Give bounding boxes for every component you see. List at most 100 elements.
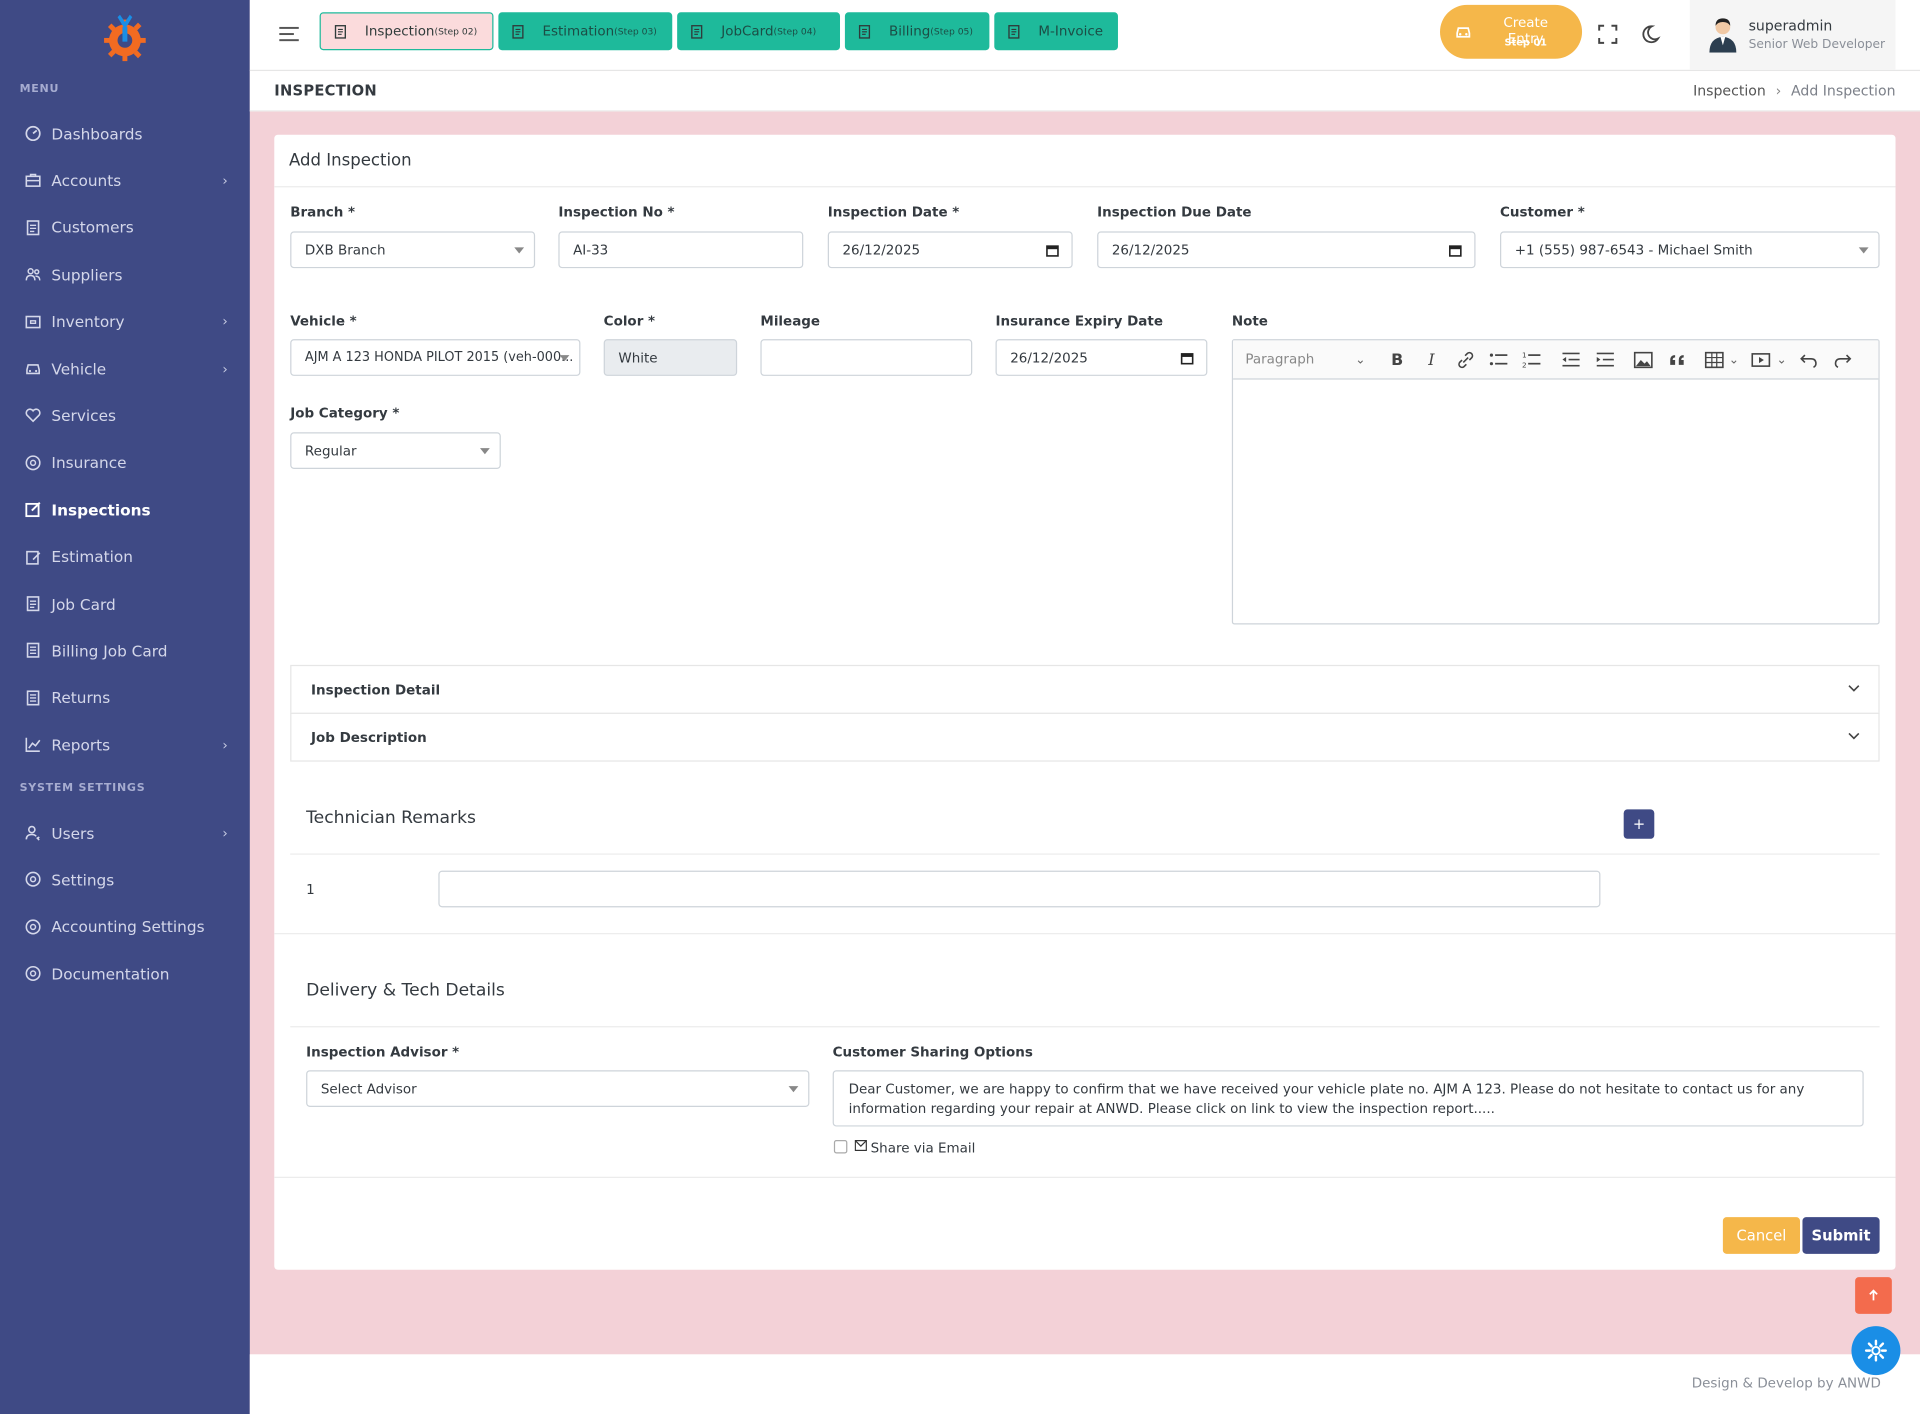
pencil-icon [24, 548, 41, 565]
sidebar-item-job-card[interactable]: Job Card [0, 585, 250, 622]
sidebar-item-vehicle[interactable]: Vehicle › [0, 350, 250, 387]
color-input[interactable]: White [603, 339, 738, 376]
job-category-select[interactable]: Regular [290, 432, 501, 469]
sidebar-item-returns[interactable]: Returns [0, 679, 250, 716]
step-button-jobcard[interactable]: JobCard (Step 04) [677, 12, 841, 51]
step-button-inspection[interactable]: Inspection (Step 02) [319, 12, 494, 51]
list-icon [24, 642, 41, 659]
fullscreen-icon[interactable] [1597, 23, 1619, 45]
sidebar-item-label: Users [51, 823, 95, 842]
inspection-detail-accordion[interactable]: Inspection Detail [290, 664, 1880, 714]
step-button-m-invoice[interactable]: M-Invoice [994, 12, 1118, 51]
sidebar-item-dashboards[interactable]: Dashboards [0, 115, 250, 152]
media-embed-icon[interactable] [1750, 349, 1772, 371]
calendar-icon[interactable] [1180, 351, 1194, 365]
sidebar-item-accounts[interactable]: Accounts › [0, 162, 250, 199]
sidebar-item-inventory[interactable]: Inventory › [0, 303, 250, 340]
add-remark-button[interactable]: + [1623, 809, 1655, 839]
calendar-icon[interactable] [1046, 244, 1059, 257]
quote-icon[interactable] [1667, 349, 1689, 371]
step-label: Estimation [542, 23, 615, 40]
document-icon [858, 24, 871, 39]
sidebar-item-customers[interactable]: Customers [0, 209, 250, 246]
sidebar-item-label: Estimation [51, 547, 133, 566]
step-button-billing[interactable]: Billing (Step 05) [844, 12, 990, 51]
breadcrumb-inspection[interactable]: Inspection [1693, 82, 1766, 99]
sharing-message-textarea[interactable]: Dear Customer, we are happy to confirm t… [832, 1070, 1864, 1127]
share-email-checkbox[interactable] [833, 1140, 848, 1154]
logo-icon [104, 14, 146, 62]
numbered-list-icon[interactable]: 12 [1521, 349, 1543, 371]
customer-select[interactable]: +1 (555) 987-6543 - Michael Smith [1500, 231, 1880, 269]
cancel-button[interactable]: Cancel [1722, 1217, 1801, 1254]
paragraph-format-select[interactable]: Paragraph [1245, 351, 1314, 367]
bulleted-list-icon[interactable] [1488, 349, 1510, 371]
italic-icon[interactable]: I [1420, 349, 1442, 371]
mileage-input[interactable] [760, 339, 973, 376]
insurance-expiry-input[interactable]: 26/12/2025 [995, 339, 1208, 376]
gear-icon [24, 918, 41, 935]
document-icon [512, 24, 524, 39]
chevron-right-icon: › [222, 360, 228, 377]
settings-fab-button[interactable] [1851, 1326, 1901, 1376]
sidebar-item-label: Dashboards [51, 124, 143, 143]
chevron-down-icon[interactable]: ⌄ [1723, 349, 1745, 371]
sidebar-item-services[interactable]: Services [0, 397, 250, 434]
inspection-advisor-select[interactable]: Select Advisor [306, 1070, 810, 1107]
undo-icon[interactable] [1798, 349, 1820, 371]
users-icon [24, 266, 41, 283]
due-date-input[interactable]: 26/12/2025 [1097, 231, 1476, 269]
user-profile[interactable]: superadmin Senior Web Developer [1689, 0, 1896, 70]
inspection-date-input[interactable]: 26/12/2025 [827, 231, 1073, 269]
chevron-right-icon: › [222, 736, 228, 753]
car-icon [1456, 27, 1471, 38]
chevron-down-icon[interactable]: ⌄ [1349, 349, 1371, 371]
bold-icon[interactable]: B [1386, 349, 1408, 371]
sidebar-item-suppliers[interactable]: Suppliers [0, 256, 250, 293]
divider [274, 1176, 1896, 1178]
inspection-no-input[interactable]: AI-33 [558, 231, 804, 269]
sidebar-item-documentation[interactable]: Documentation [0, 955, 250, 992]
vehicle-select[interactable]: AJM A 123 HONDA PILOT 2015 (veh-000... [290, 339, 581, 376]
branch-select[interactable]: DXB Branch [290, 231, 536, 269]
avatar [1709, 18, 1737, 53]
chevron-down-icon [1848, 732, 1860, 740]
indent-icon[interactable] [1594, 349, 1616, 371]
submit-button[interactable]: Submit [1802, 1217, 1880, 1254]
sidebar-item-users[interactable]: Users › [0, 814, 250, 851]
sidebar-item-label: Documentation [51, 964, 170, 983]
outdent-icon[interactable] [1560, 349, 1582, 371]
chevron-down-icon[interactable]: ⌄ [1771, 349, 1793, 371]
step-label: JobCard [721, 23, 774, 40]
sidebar-item-inspections[interactable]: Inspections [0, 491, 250, 528]
sidebar-item-reports[interactable]: Reports › [0, 726, 250, 763]
create-entry-button[interactable]: Create Entry Step 01 [1440, 4, 1583, 59]
insurance-expiry-label: Insurance Expiry Date [995, 313, 1163, 330]
image-icon[interactable] [1632, 349, 1654, 371]
scroll-to-top-button[interactable] [1855, 1277, 1892, 1314]
calendar-icon[interactable] [1449, 244, 1462, 257]
job-description-accordion[interactable]: Job Description [290, 712, 1880, 762]
accordion-title: Inspection Detail [311, 682, 441, 698]
sidebar-item-insurance[interactable]: Insurance [0, 444, 250, 481]
job-category-label: Job Category * [290, 405, 400, 422]
sidebar-item-accounting-settings[interactable]: Accounting Settings [0, 908, 250, 945]
page-title-bar: INSPECTION Inspection › Add Inspection [249, 71, 1920, 112]
sidebar-item-label: Customers [51, 218, 134, 237]
sidebar-item-settings[interactable]: Settings [0, 861, 250, 898]
note-label: Note [1231, 313, 1268, 330]
link-icon[interactable] [1455, 349, 1477, 371]
step-button-estimation[interactable]: Estimation (Step 03) [498, 12, 673, 51]
caret-down-icon [559, 355, 570, 362]
dark-mode-moon-icon[interactable] [1642, 23, 1664, 45]
hamburger-menu-icon[interactable] [279, 24, 301, 44]
sharing-options-label: Customer Sharing Options [832, 1044, 1033, 1061]
sidebar-item-label: Reports [51, 735, 111, 754]
note-rich-text-editor[interactable]: Paragraph ⌄ B I 12 ⌄ ⌄ [1231, 339, 1880, 625]
sidebar-item-estimation[interactable]: Estimation [0, 538, 250, 575]
branch-label: Branch * [290, 204, 356, 221]
sidebar-item-billing-job-card[interactable]: Billing Job Card [0, 632, 250, 669]
remark-input[interactable] [438, 870, 1601, 908]
redo-icon[interactable] [1832, 349, 1854, 371]
inspection-date-label: Inspection Date * [827, 204, 960, 221]
